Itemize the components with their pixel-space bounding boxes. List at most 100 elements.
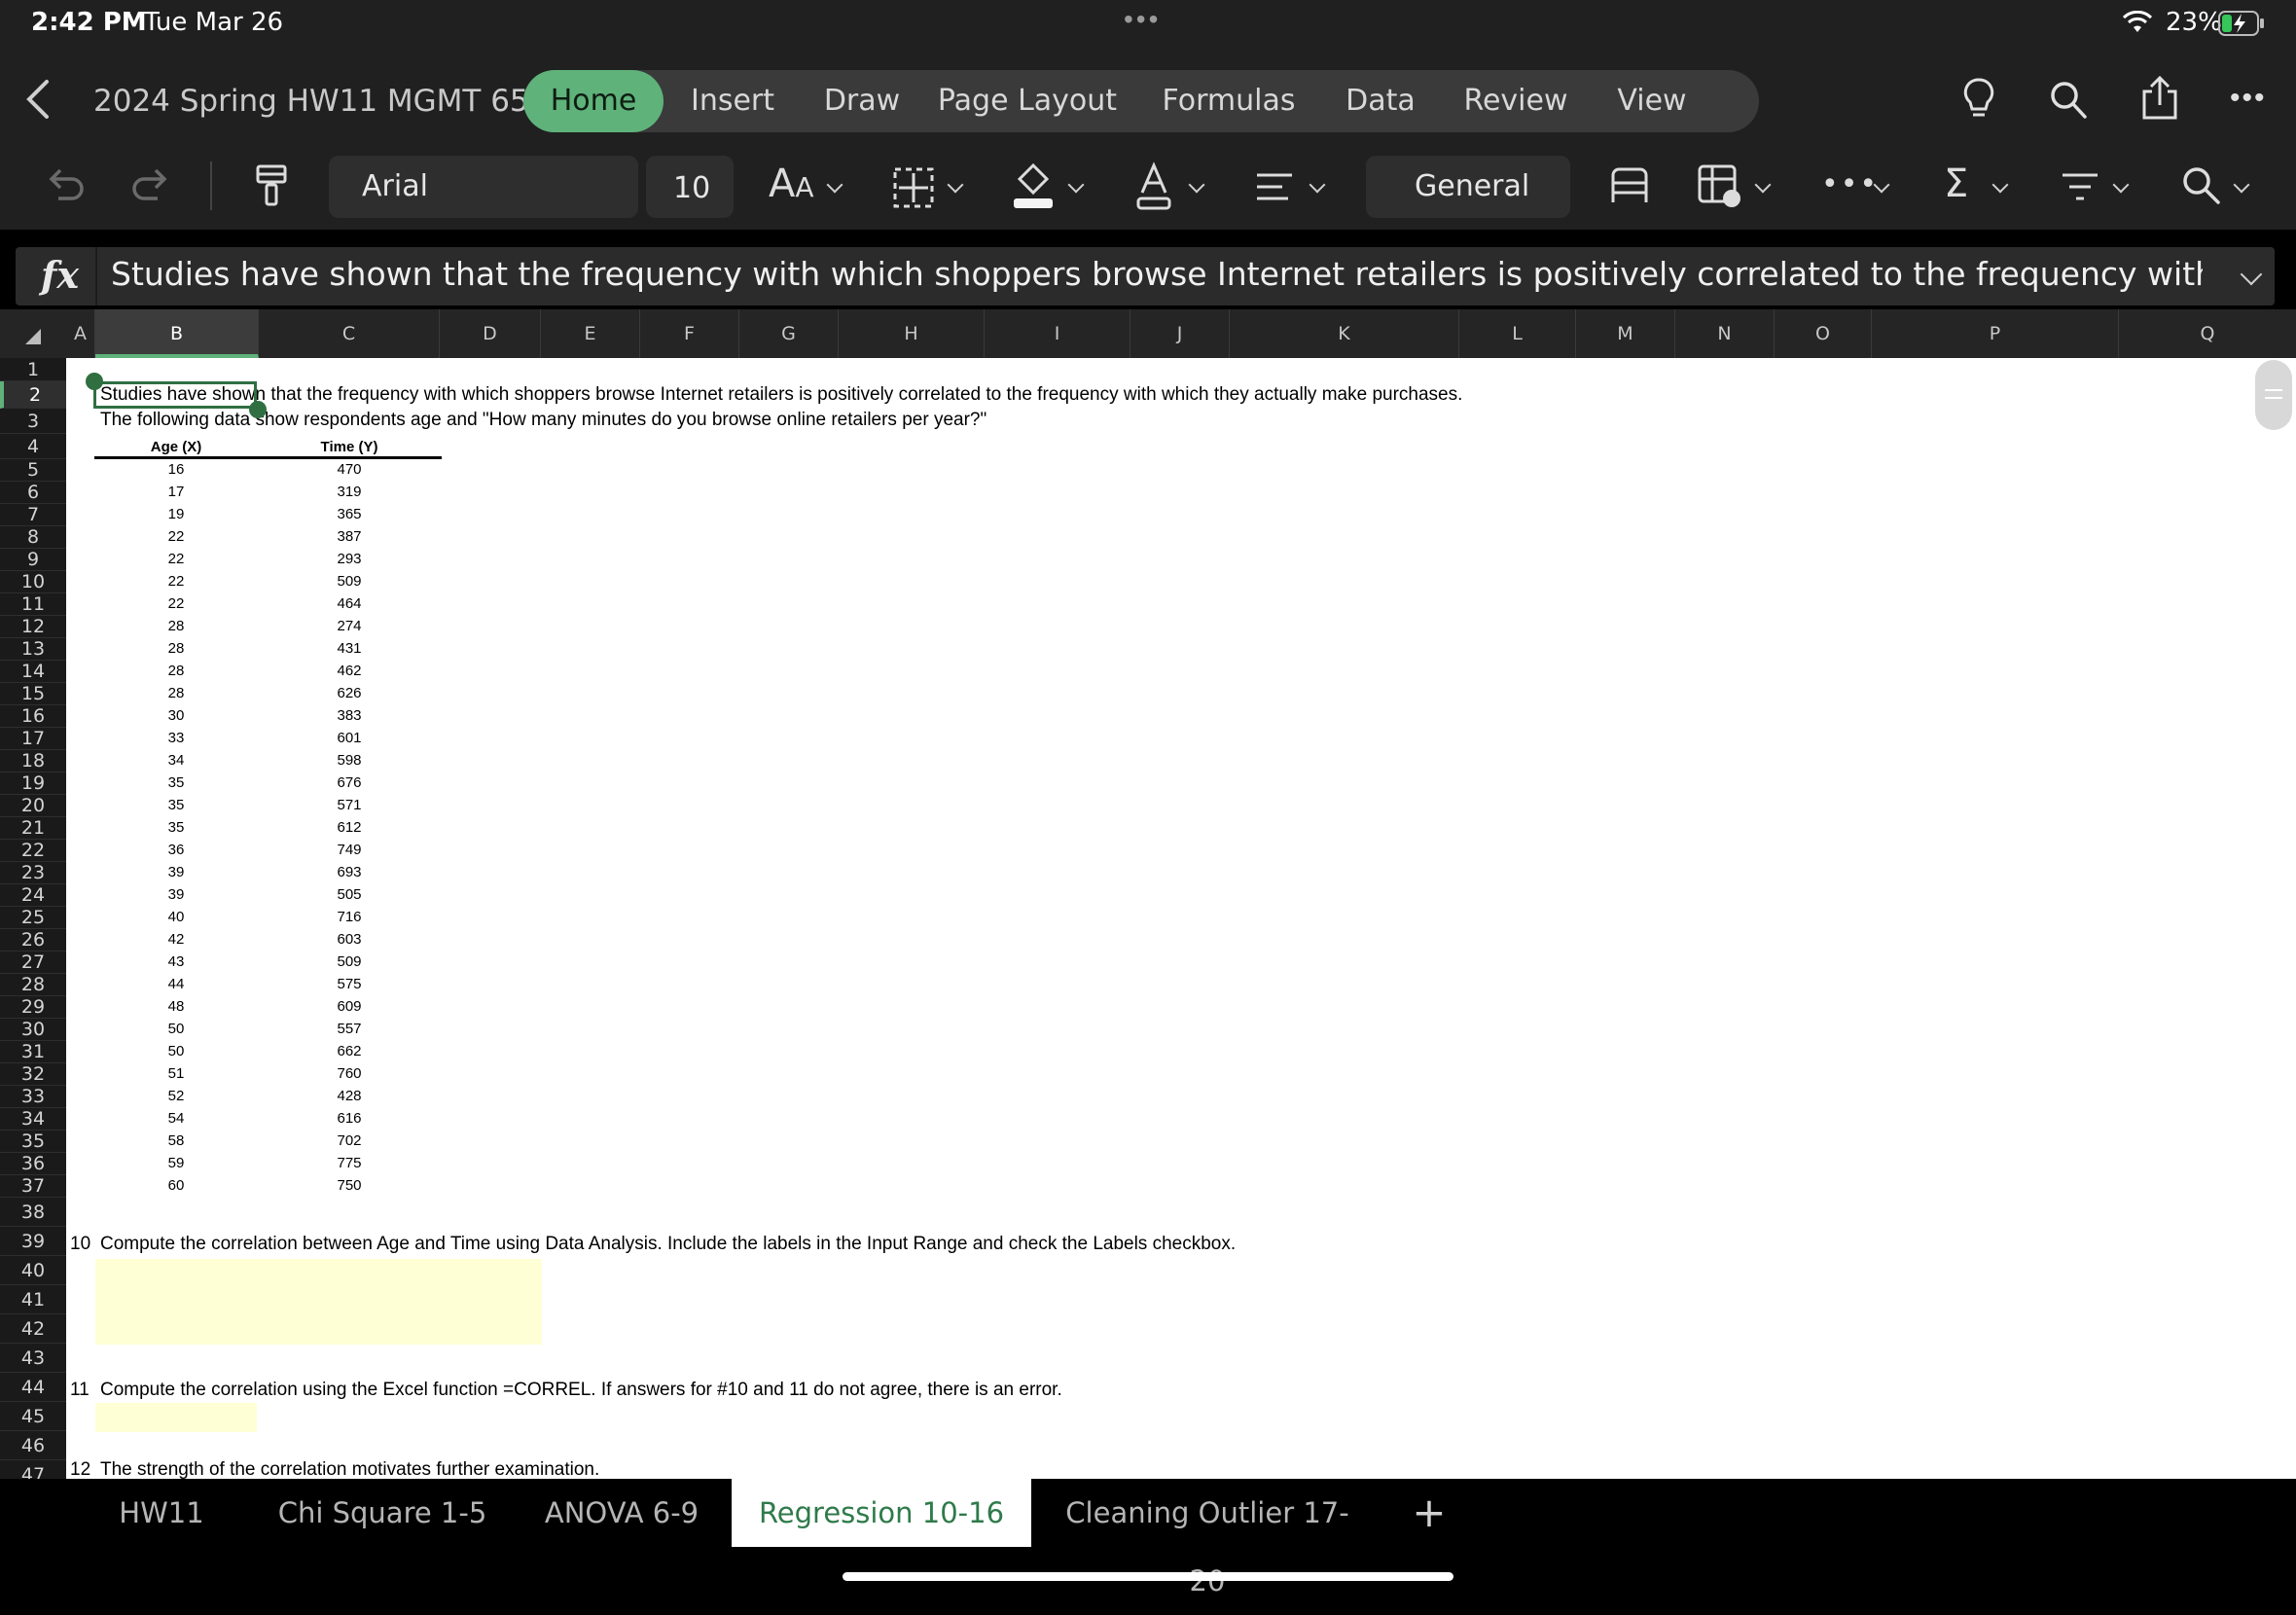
row-header-36[interactable]: 36	[0, 1153, 66, 1175]
autosum-icon[interactable]: Σ	[1944, 162, 1968, 206]
table-cell-time[interactable]: 431	[291, 640, 408, 657]
table-cell-time[interactable]: 505	[291, 886, 408, 903]
row-header-14[interactable]: 14	[0, 661, 66, 683]
table-cell-age[interactable]: 30	[118, 707, 234, 724]
table-cell-age[interactable]: 16	[118, 461, 234, 478]
format-painter-icon[interactable]	[255, 163, 288, 208]
table-cell-age[interactable]: 58	[118, 1132, 234, 1149]
column-header-l[interactable]: L	[1459, 309, 1576, 358]
table-cell-age[interactable]: 28	[118, 618, 234, 634]
table-cell-age[interactable]: 60	[118, 1177, 234, 1194]
add-sheet-icon[interactable]: +	[1397, 1479, 1461, 1547]
table-cell-age[interactable]: 35	[118, 797, 234, 813]
row-header-34[interactable]: 34	[0, 1108, 66, 1130]
table-cell-time[interactable]: 626	[291, 685, 408, 701]
table-cell-age[interactable]: 54	[118, 1110, 234, 1127]
row-header-29[interactable]: 29	[0, 996, 66, 1019]
table-cell-time[interactable]: 571	[291, 797, 408, 813]
column-header-m[interactable]: M	[1576, 309, 1675, 358]
vertical-scroll-thumb[interactable]	[2255, 360, 2292, 430]
table-cell-time[interactable]: 365	[291, 506, 408, 522]
table-cell-age[interactable]: 50	[118, 1043, 234, 1059]
q11-answer-cell[interactable]	[95, 1403, 257, 1432]
lightbulb-icon[interactable]	[1959, 76, 1998, 123]
table-cell-age[interactable]: 35	[118, 774, 234, 791]
column-header-i[interactable]: I	[985, 309, 1130, 358]
table-cell-age[interactable]: 22	[118, 528, 234, 545]
column-header-d[interactable]: D	[440, 309, 541, 358]
font-size-adjust-icon[interactable]: AA	[769, 162, 814, 206]
find-icon[interactable]	[2181, 165, 2222, 206]
table-cell-time[interactable]: 775	[291, 1155, 408, 1171]
tab-view[interactable]: View	[1603, 70, 1701, 132]
more-commands-icon[interactable]: •••	[1821, 167, 1879, 201]
table-cell-time[interactable]: 601	[291, 730, 408, 746]
back-chevron-icon[interactable]	[23, 78, 53, 121]
table-cell-time[interactable]: 509	[291, 953, 408, 970]
table-cell-age[interactable]: 40	[118, 909, 234, 925]
row-header-21[interactable]: 21	[0, 817, 66, 840]
selection-handle-start[interactable]	[86, 373, 103, 390]
table-cell-time[interactable]: 470	[291, 461, 408, 478]
row-header-32[interactable]: 32	[0, 1063, 66, 1086]
row-header-8[interactable]: 8	[0, 526, 66, 549]
row-header-20[interactable]: 20	[0, 795, 66, 817]
column-header-e[interactable]: E	[541, 309, 640, 358]
row-header-28[interactable]: 28	[0, 974, 66, 996]
row-header-27[interactable]: 27	[0, 951, 66, 974]
row-header-10[interactable]: 10	[0, 571, 66, 593]
row-header-43[interactable]: 43	[0, 1344, 66, 1373]
table-cell-time[interactable]: 760	[291, 1065, 408, 1082]
font-color-icon[interactable]	[1134, 162, 1173, 210]
row-header-46[interactable]: 46	[0, 1431, 66, 1460]
number-format-box[interactable]: General	[1366, 156, 1570, 218]
row-header-4[interactable]: 4	[0, 434, 66, 459]
q12-text[interactable]: The strength of the correlation motivate…	[100, 1459, 599, 1479]
table-cell-time[interactable]: 319	[291, 484, 408, 500]
select-all-icon[interactable]	[25, 329, 41, 344]
column-header-h[interactable]: H	[839, 309, 985, 358]
formula-input[interactable]: fx Studies have shown that the frequency…	[16, 247, 2275, 305]
intro-line-1[interactable]: Studies have shown that the frequency wi…	[100, 384, 1462, 406]
row-header-30[interactable]: 30	[0, 1019, 66, 1041]
row-header-37[interactable]: 37	[0, 1175, 66, 1198]
table-cell-age[interactable]: 28	[118, 640, 234, 657]
sheet-tab-anova[interactable]: ANOVA 6-9	[531, 1479, 712, 1547]
table-cell-age[interactable]: 36	[118, 842, 234, 858]
row-header-12[interactable]: 12	[0, 616, 66, 638]
table-cell-age[interactable]: 22	[118, 551, 234, 567]
document-title[interactable]: 2024 Spring HW11 MGMT 650	[93, 84, 548, 119]
table-cell-time[interactable]: 575	[291, 976, 408, 992]
undo-icon[interactable]	[43, 165, 86, 204]
redo-icon[interactable]	[130, 165, 173, 204]
table-cell-time[interactable]: 383	[291, 707, 408, 724]
table-cell-time[interactable]: 464	[291, 595, 408, 612]
tab-page-layout[interactable]: Page Layout	[932, 70, 1123, 132]
spreadsheet-grid[interactable]: Studies have shown that the frequency wi…	[66, 358, 2296, 1479]
table-cell-time[interactable]: 293	[291, 551, 408, 567]
column-header-c[interactable]: C	[259, 309, 440, 358]
table-cell-time[interactable]: 387	[291, 528, 408, 545]
borders-icon[interactable]	[891, 165, 936, 210]
row-header-33[interactable]: 33	[0, 1086, 66, 1108]
table-cell-age[interactable]: 33	[118, 730, 234, 746]
table-cell-time[interactable]: 616	[291, 1110, 408, 1127]
row-header-1[interactable]: 1	[0, 358, 66, 381]
table-cell-age[interactable]: 48	[118, 998, 234, 1015]
fx-icon[interactable]: fx	[41, 253, 79, 297]
table-cell-age[interactable]: 22	[118, 595, 234, 612]
column-header-q[interactable]: Q	[2119, 309, 2296, 358]
table-cell-time[interactable]: 749	[291, 842, 408, 858]
table-cell-time[interactable]: 603	[291, 931, 408, 948]
table-cell-age[interactable]: 43	[118, 953, 234, 970]
row-header-9[interactable]: 9	[0, 549, 66, 571]
row-header-13[interactable]: 13	[0, 638, 66, 661]
intro-line-2[interactable]: The following data show respondents age …	[100, 410, 987, 431]
column-header-o[interactable]: O	[1775, 309, 1872, 358]
table-cell-time[interactable]: 750	[291, 1177, 408, 1194]
row-header-11[interactable]: 11	[0, 593, 66, 616]
table-cell-age[interactable]: 44	[118, 976, 234, 992]
row-header-6[interactable]: 6	[0, 482, 66, 504]
column-header-g[interactable]: G	[739, 309, 839, 358]
align-icon[interactable]	[1255, 171, 1294, 202]
